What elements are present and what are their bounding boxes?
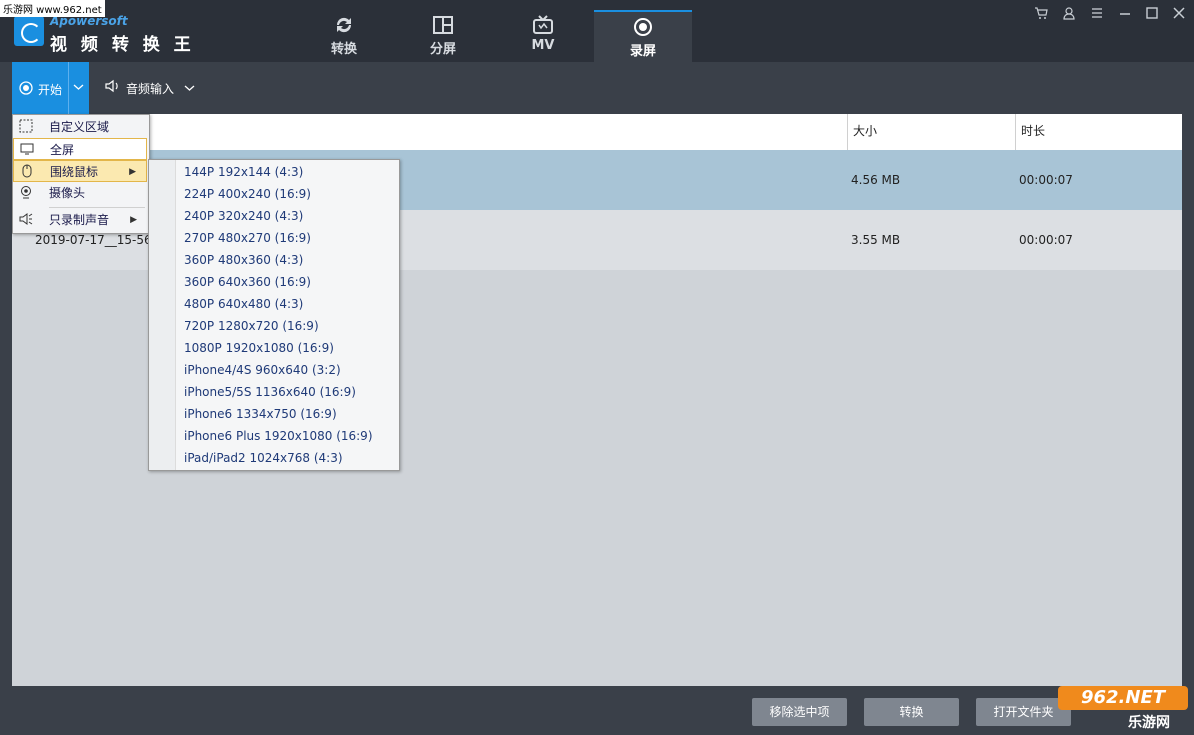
mouse-icon: [19, 164, 35, 180]
file-duration: 00:00:07: [1019, 233, 1073, 247]
tab-label: MV: [531, 38, 555, 53]
user-icon[interactable]: [1059, 6, 1079, 24]
file-size: 3.55 MB: [851, 233, 901, 247]
remove-selected-button[interactable]: 移除选中项: [752, 698, 847, 726]
record-icon: [634, 18, 652, 36]
menu-icon[interactable]: [1087, 6, 1107, 24]
tab-split-screen[interactable]: 分屏: [394, 10, 492, 62]
menu-item-label: 自定义区域: [49, 120, 110, 134]
watermark-logo: 962.NET: [1058, 686, 1188, 710]
tv-icon: [533, 15, 553, 34]
tab-mv[interactable]: MV: [494, 10, 592, 62]
menu-item-label: 全屏: [50, 143, 75, 157]
resolution-option[interactable]: 270P 480x270 (16:9): [184, 227, 311, 249]
cart-icon[interactable]: [1031, 6, 1051, 24]
refresh-icon: [336, 17, 352, 33]
resolution-option[interactable]: 360P 640x360 (16:9): [184, 271, 311, 293]
close-icon[interactable]: [1169, 6, 1189, 24]
maximize-icon[interactable]: [1142, 6, 1162, 24]
column-duration[interactable]: 时长: [1015, 114, 1181, 150]
minimize-icon[interactable]: [1115, 6, 1135, 24]
start-record-button[interactable]: 开始: [12, 62, 68, 114]
convert-button[interactable]: 转换: [864, 698, 959, 726]
menu-item-around-mouse[interactable]: 围绕鼠标 ▶: [13, 160, 147, 182]
tab-convert[interactable]: 转换: [295, 10, 393, 62]
resolution-option[interactable]: iPhone6 1334x750 (16:9): [184, 403, 337, 425]
start-dropdown-button[interactable]: [68, 62, 89, 114]
chevron-down-icon: [73, 84, 84, 90]
toolbar: [0, 62, 1194, 114]
resolution-option[interactable]: iPhone6 Plus 1920x1080 (16:9): [184, 425, 373, 447]
table-header: 大小 时长: [12, 114, 1182, 151]
resolution-submenu: 144P 192x144 (4:3) 224P 400x240 (16:9) 2…: [148, 159, 400, 471]
column-size[interactable]: 大小: [847, 114, 1013, 150]
monitor-icon: [19, 142, 35, 158]
app-logo-icon: [14, 16, 44, 46]
menu-item-fullscreen[interactable]: 全屏: [13, 138, 147, 160]
tab-label: 分屏: [429, 42, 456, 57]
menu-item-label: 只录制声音: [49, 213, 110, 227]
speaker-icon: [105, 79, 118, 93]
record-dot-icon: [19, 81, 33, 95]
speaker-icon: [18, 212, 34, 228]
resolution-option[interactable]: iPhone5/5S 1136x640 (16:9): [184, 381, 356, 403]
menu-item-label: 围绕鼠标: [50, 165, 99, 179]
tab-label: 转换: [330, 42, 357, 57]
resolution-option[interactable]: 240P 320x240 (4:3): [184, 205, 303, 227]
tab-label: 录屏: [629, 44, 656, 59]
chevron-down-icon: [184, 85, 195, 91]
watermark-top: 乐游网 www.962.net: [0, 0, 105, 17]
submenu-arrow-icon: ▶: [130, 215, 137, 225]
split-screen-icon: [433, 16, 453, 34]
file-size: 4.56 MB: [851, 173, 901, 187]
tab-screen-record[interactable]: 录屏: [594, 10, 692, 64]
resolution-option[interactable]: 224P 400x240 (16:9): [184, 183, 311, 205]
resolution-option[interactable]: 480P 640x480 (4:3): [184, 293, 303, 315]
menu-item-audio-only[interactable]: 只录制声音 ▶: [13, 209, 147, 231]
open-folder-button[interactable]: 打开文件夹: [976, 698, 1071, 726]
resolution-option[interactable]: iPhone4/4S 960x640 (3:2): [184, 359, 341, 381]
start-label: 开始: [38, 83, 63, 97]
watermark-bottom: 962.NET 乐游网: [1058, 686, 1188, 731]
record-mode-menu: 自定义区域 全屏 围绕鼠标 ▶ 摄像头 只录制声音 ▶: [12, 114, 150, 234]
resolution-option[interactable]: 144P 192x144 (4:3): [184, 161, 303, 183]
audio-input-label: 音频输入: [126, 82, 175, 96]
menu-item-label: 摄像头: [49, 186, 86, 200]
menu-separator: [49, 207, 145, 208]
menu-gutter: [149, 160, 176, 470]
menu-item-webcam[interactable]: 摄像头: [13, 182, 147, 204]
resolution-option[interactable]: 720P 1280x720 (16:9): [184, 315, 319, 337]
region-icon: [18, 119, 34, 135]
watermark-text: 乐游网: [1128, 715, 1170, 731]
webcam-icon: [18, 185, 34, 201]
app-title: 视 频 转 换 王: [50, 35, 195, 55]
resolution-option[interactable]: 1080P 1920x1080 (16:9): [184, 337, 334, 359]
resolution-option[interactable]: iPad/iPad2 1024x768 (4:3): [184, 447, 343, 469]
menu-item-custom-region[interactable]: 自定义区域: [13, 116, 147, 138]
resolution-option[interactable]: 360P 480x360 (4:3): [184, 249, 303, 271]
file-duration: 00:00:07: [1019, 173, 1073, 187]
submenu-arrow-icon: ▶: [129, 167, 136, 177]
